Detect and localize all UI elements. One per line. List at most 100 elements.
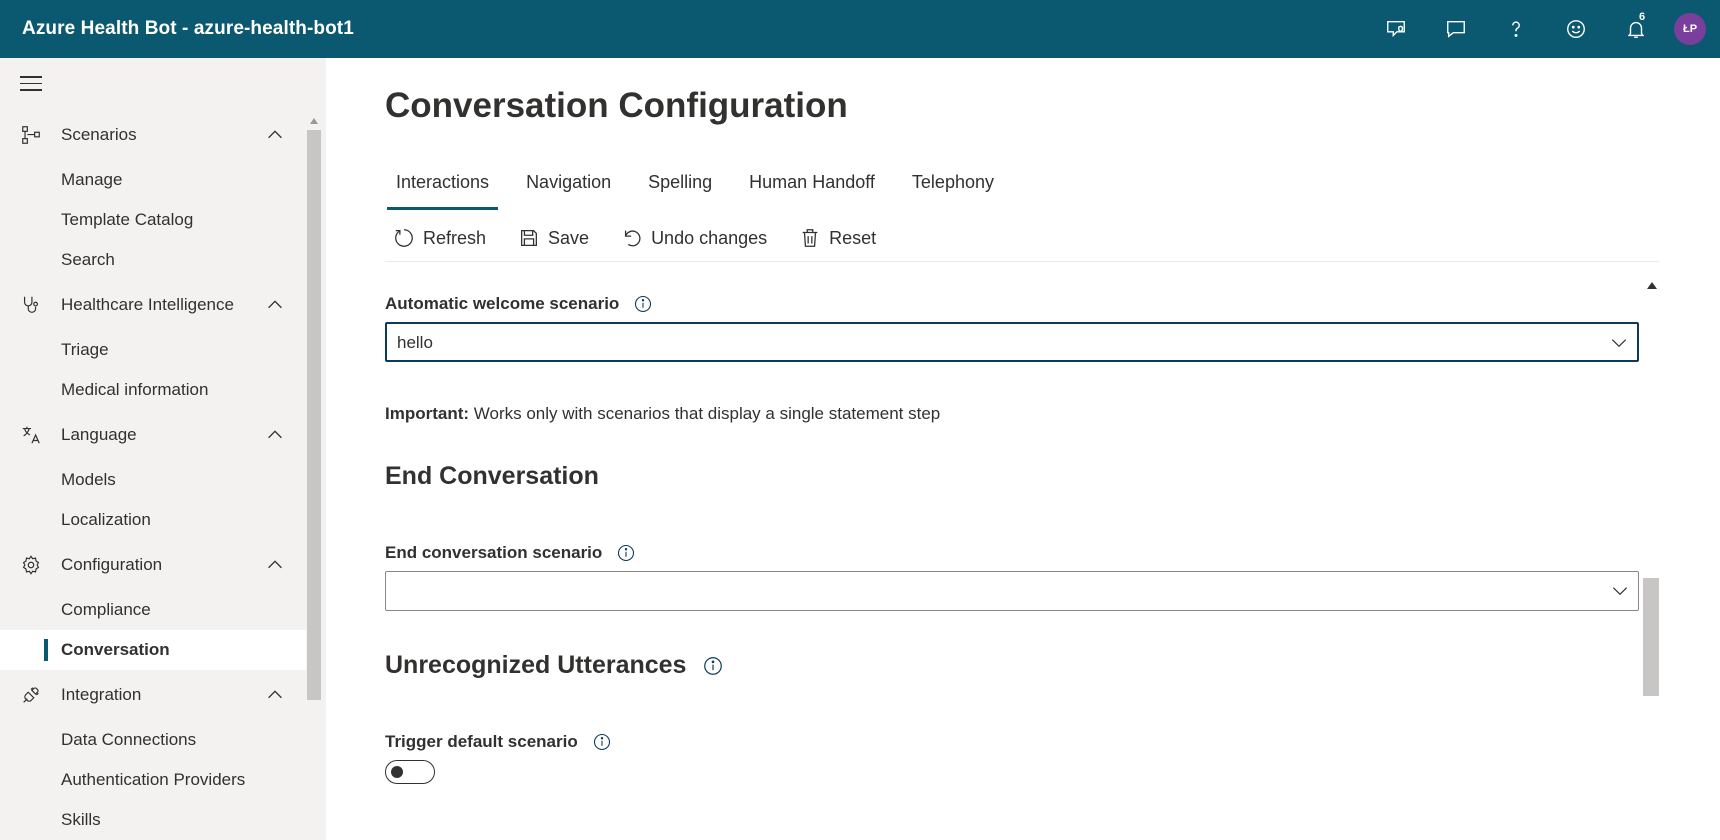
important-note: Important: Works only with scenarios tha… (385, 404, 940, 424)
chevron-up-icon[interactable] (264, 294, 286, 316)
tab-navigation[interactable]: Navigation (515, 168, 622, 210)
sidebar-item-localization[interactable]: Localization (0, 500, 306, 540)
feedback-shield-icon[interactable] (1366, 0, 1426, 58)
bell-icon[interactable]: 6 (1606, 0, 1666, 58)
info-icon[interactable] (633, 294, 653, 314)
undo-changes-button[interactable]: Undo changes (613, 227, 773, 249)
plug-icon (23, 687, 39, 703)
sidebar-item-label: Skills (61, 810, 101, 829)
welcome-scenario-label: Automatic welcome scenario (385, 294, 653, 314)
app-title: Azure Health Bot - azure-health-bot1 (22, 18, 354, 39)
sidebar-item-label: Conversation (61, 640, 170, 659)
nav-group-label: Scenarios (61, 125, 137, 144)
nav-group-scenarios[interactable]: Scenarios (0, 115, 306, 155)
end-conversation-heading: End Conversation (385, 462, 599, 491)
nav-group-label: Language (61, 425, 137, 444)
scrollbar-thumb[interactable] (1643, 578, 1659, 696)
notification-badge: 6 (1639, 11, 1646, 23)
translate-icon (22, 426, 40, 444)
nav-group-language[interactable]: Language (0, 415, 306, 455)
scroll-up-arrow-icon[interactable] (310, 118, 318, 124)
reset-label: Reset (829, 227, 877, 248)
smiley-icon[interactable] (1546, 0, 1606, 58)
trigger-default-toggle[interactable] (385, 760, 435, 784)
tab-spelling[interactable]: Spelling (637, 168, 723, 210)
top-icons: 6 ŁP (1366, 0, 1720, 58)
sidebar-item-label: Authentication Providers (61, 770, 246, 789)
unrecognized-utterances-heading: Unrecognized Utterances (385, 651, 724, 680)
active-indicator (44, 639, 48, 661)
save-button[interactable]: Save (510, 227, 595, 249)
trigger-default-label-text: Trigger default scenario (385, 732, 578, 751)
scrollbar-thumb[interactable] (307, 130, 321, 700)
chevron-up-icon[interactable] (264, 684, 286, 706)
sidebar-item-label: Medical information (61, 380, 209, 399)
info-icon[interactable] (592, 732, 612, 752)
unrecognized-utterances-heading-text: Unrecognized Utterances (385, 651, 687, 679)
end-scenario-dropdown[interactable] (385, 571, 1639, 611)
sidebar-item-authentication-providers[interactable]: Authentication Providers (0, 760, 306, 800)
hamburger-menu-icon[interactable] (20, 76, 42, 92)
toggle-knob (391, 766, 403, 778)
sidebar-item-data-connections[interactable]: Data Connections (0, 720, 306, 760)
nav-group-label: Healthcare Intelligence (61, 295, 234, 314)
tab-human-handoff[interactable]: Human Handoff (738, 168, 886, 210)
chevron-up-icon[interactable] (264, 124, 286, 146)
avatar[interactable]: ŁP (1674, 13, 1706, 45)
sidebar-item-triage[interactable]: Triage (0, 330, 306, 370)
chevron-down-icon (1612, 587, 1628, 596)
important-note-bold: Important: (385, 404, 470, 423)
main-content: Conversation Configuration Interactions … (326, 58, 1720, 840)
info-icon[interactable] (616, 543, 636, 563)
save-label: Save (548, 227, 590, 248)
stethoscope-icon (23, 296, 39, 313)
toolbar: Refresh Save Undo changes Reset (385, 220, 900, 256)
nav-group-configuration[interactable]: Configuration (0, 545, 306, 585)
refresh-button[interactable]: Refresh (385, 227, 492, 249)
sidebar-item-skills[interactable]: Skills (0, 800, 306, 840)
undo-label: Undo changes (651, 227, 768, 248)
tab-bar: Interactions Navigation Spelling Human H… (385, 168, 1020, 210)
chevron-down-icon (1611, 339, 1627, 348)
sidebar-item-compliance[interactable]: Compliance (0, 590, 306, 630)
important-note-text: Works only with scenarios that display a… (469, 404, 941, 423)
help-icon[interactable] (1486, 0, 1546, 58)
end-scenario-label: End conversation scenario (385, 543, 636, 563)
refresh-icon (395, 229, 413, 247)
sidebar-item-template-catalog[interactable]: Template Catalog (0, 200, 306, 240)
undo-icon (625, 230, 641, 247)
reset-button[interactable]: Reset (791, 227, 882, 249)
content-scrollbar[interactable] (1642, 278, 1660, 840)
sidebar-item-search[interactable]: Search (0, 240, 306, 280)
scroll-up-arrow-icon[interactable] (1647, 282, 1657, 289)
chat-icon[interactable] (1426, 0, 1486, 58)
chevron-up-icon[interactable] (264, 424, 286, 446)
sidebar-item-manage[interactable]: Manage (0, 160, 306, 200)
gear-icon (22, 555, 40, 575)
nav-group-label: Configuration (61, 555, 163, 574)
sidebar-item-label: Template Catalog (61, 210, 194, 229)
info-icon[interactable] (702, 655, 724, 677)
nav-group-integration[interactable]: Integration (0, 675, 306, 715)
sidebar-item-conversation[interactable]: Conversation (0, 630, 306, 670)
end-scenario-label-text: End conversation scenario (385, 543, 603, 562)
sidebar-item-label: Localization (61, 510, 151, 529)
welcome-scenario-dropdown[interactable]: hello (385, 322, 1639, 362)
end-conversation-heading-text: End Conversation (385, 462, 599, 490)
toolbar-divider (385, 261, 1659, 262)
sidebar-item-medical-information[interactable]: Medical information (0, 370, 306, 410)
sidebar-scrollbar[interactable] (306, 118, 322, 840)
tab-telephony[interactable]: Telephony (901, 168, 1005, 210)
sidebar-item-models[interactable]: Models (0, 460, 306, 500)
tab-interactions[interactable]: Interactions (385, 168, 500, 210)
sidebar-item-label: Triage (61, 340, 109, 359)
flow-icon (22, 126, 40, 144)
sidebar-item-label: Search (61, 250, 115, 269)
chevron-up-icon[interactable] (264, 554, 286, 576)
page-title: Conversation Configuration (385, 86, 848, 125)
top-bar: Azure Health Bot - azure-health-bot1 6 Ł… (0, 0, 1720, 58)
welcome-scenario-label-text: Automatic welcome scenario (385, 294, 620, 313)
nav-group-healthcare-intelligence[interactable]: Healthcare Intelligence (0, 285, 306, 325)
sidebar-item-label: Data Connections (61, 730, 197, 749)
save-icon (521, 230, 538, 246)
